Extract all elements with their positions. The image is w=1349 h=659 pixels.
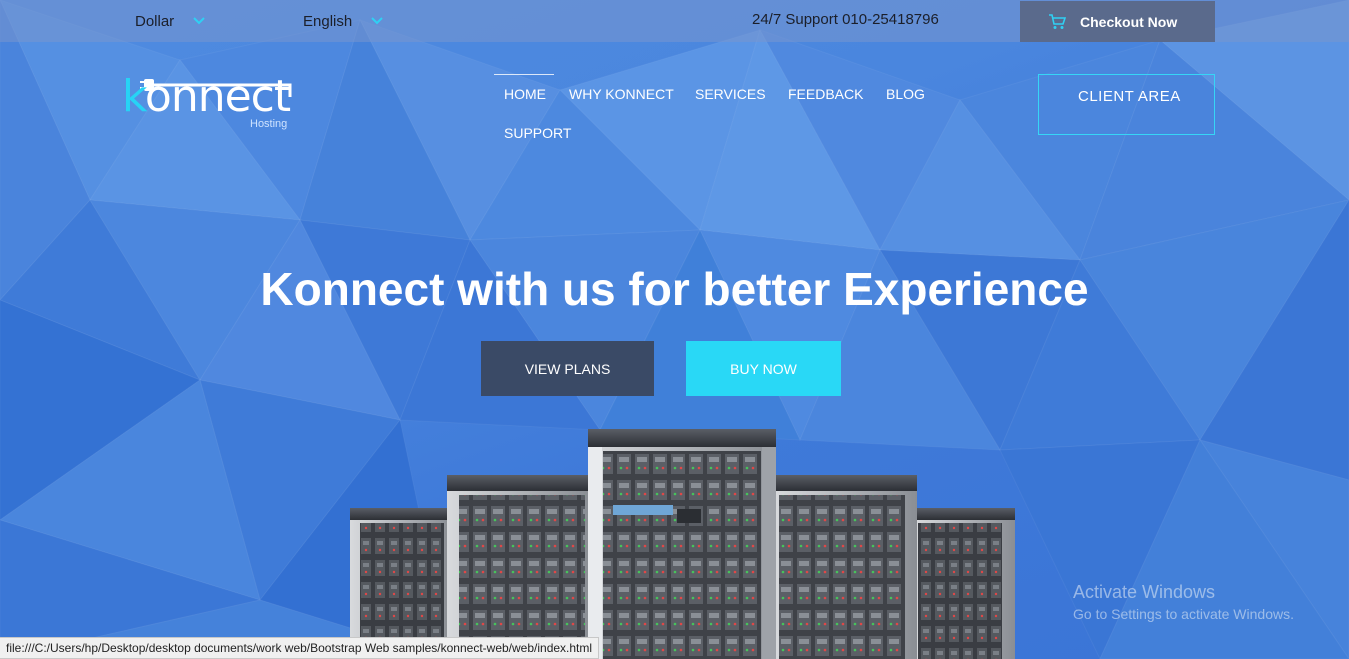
nav-home[interactable]: HOME — [504, 86, 546, 102]
language-selector[interactable]: English — [303, 0, 384, 42]
buy-now-button[interactable]: BUY NOW — [686, 341, 841, 396]
active-indicator — [494, 74, 554, 75]
nav-feedback[interactable]: FEEDBACK — [788, 86, 863, 102]
nav-support[interactable]: SUPPORT — [504, 125, 571, 141]
logo-subtitle: Hosting — [250, 118, 288, 130]
activate-windows-watermark: Activate Windows Go to Settings to activ… — [1073, 582, 1294, 622]
currency-selector[interactable]: Dollar — [135, 0, 206, 42]
checkout-label: Checkout Now — [1080, 13, 1178, 30]
watermark-subtitle: Go to Settings to activate Windows. — [1073, 606, 1294, 622]
server-racks-image — [350, 429, 1015, 659]
view-plans-button[interactable]: VIEW PLANS — [481, 341, 654, 396]
nav-services[interactable]: SERVICES — [695, 86, 766, 102]
logo-wordmark: konnect — [122, 71, 291, 122]
language-label: English — [303, 12, 353, 30]
chevron-down-icon — [371, 17, 383, 25]
client-area-button[interactable]: CLIENT AREA — [1038, 74, 1215, 135]
rack-center — [588, 429, 776, 659]
hero-title: Konnect with us for better Experience — [260, 263, 1089, 315]
chevron-down-icon — [193, 17, 205, 25]
logo-letters: onnect — [144, 71, 291, 122]
checkout-button[interactable]: Checkout Now — [1020, 1, 1215, 42]
cart-icon — [1049, 13, 1066, 29]
browser-status-url: file:///C:/Users/hp/Desktop/desktop docu… — [0, 637, 600, 659]
currency-label: Dollar — [135, 12, 175, 30]
logo-letter-k: k — [122, 71, 146, 122]
top-bar: Dollar English 24/7 Support 010-25418796… — [0, 0, 1349, 42]
rack-left — [447, 475, 589, 659]
rack-far-right — [915, 508, 1015, 659]
nav-why-konnect[interactable]: WHY KONNECT — [569, 86, 674, 102]
rack-right — [775, 475, 917, 659]
watermark-title: Activate Windows — [1073, 582, 1216, 602]
nav-blog[interactable]: BLOG — [886, 86, 925, 102]
site-logo[interactable]: konnect Hosting — [122, 72, 302, 134]
support-phone: 24/7 Support 010-25418796 — [752, 11, 939, 28]
